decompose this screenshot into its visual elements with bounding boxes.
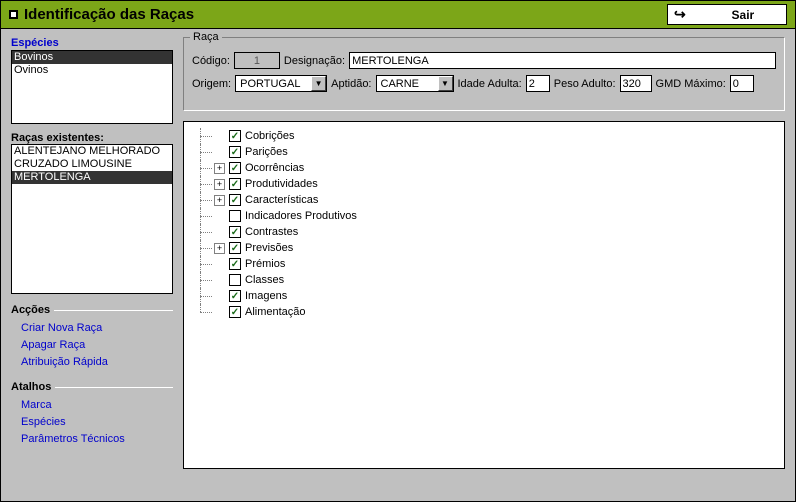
species-item[interactable]: Ovinos bbox=[12, 64, 172, 77]
main-window: Identificação das Raças ↪ Sair Espécies … bbox=[0, 0, 796, 502]
expand-icon[interactable]: + bbox=[214, 163, 225, 174]
designacao-input[interactable] bbox=[349, 52, 776, 69]
race-item[interactable]: MERTOLENGA bbox=[12, 171, 172, 184]
exit-icon: ↪ bbox=[674, 6, 686, 23]
tree-item-label: Previsões bbox=[245, 242, 293, 254]
species-listbox[interactable]: BovinosOvinos bbox=[11, 50, 173, 124]
checkbox[interactable] bbox=[229, 290, 241, 302]
species-title: Espécies bbox=[11, 37, 173, 49]
codigo-label: Código: bbox=[192, 55, 230, 67]
tree-item[interactable]: + Características bbox=[188, 192, 780, 208]
tree-item[interactable]: + Ocorrências bbox=[188, 160, 780, 176]
app-icon bbox=[9, 10, 18, 19]
peso-label: Peso Adulto: bbox=[554, 78, 616, 90]
exit-label: Sair bbox=[706, 8, 780, 22]
idade-input[interactable] bbox=[526, 75, 550, 92]
tree-item[interactable]: Prémios bbox=[188, 256, 780, 272]
action-link[interactable]: Criar Nova Raça bbox=[21, 320, 173, 337]
checkbox[interactable] bbox=[229, 178, 241, 190]
exit-button[interactable]: ↪ Sair bbox=[667, 4, 787, 25]
shortcuts-title: Atalhos bbox=[11, 381, 173, 393]
tree-item-label: Classes bbox=[245, 274, 284, 286]
action-link[interactable]: Atribuição Rápida bbox=[21, 354, 173, 371]
designacao-label: Designação: bbox=[284, 55, 345, 67]
gmd-input[interactable] bbox=[730, 75, 754, 92]
origem-label: Origem: bbox=[192, 78, 231, 90]
tree-item[interactable]: Imagens bbox=[188, 288, 780, 304]
window-title: Identificação das Raças bbox=[24, 6, 667, 23]
checkbox[interactable] bbox=[229, 210, 241, 222]
tree-item-label: Parições bbox=[245, 146, 288, 158]
tree-item-label: Imagens bbox=[245, 290, 287, 302]
checkbox[interactable] bbox=[229, 146, 241, 158]
checkbox[interactable] bbox=[229, 306, 241, 318]
expand-icon[interactable]: + bbox=[214, 179, 225, 190]
tree-item[interactable]: + Produtividades bbox=[188, 176, 780, 192]
tree-item-label: Cobrições bbox=[245, 130, 295, 142]
checkbox[interactable] bbox=[229, 194, 241, 206]
tree-item[interactable]: Parições bbox=[188, 144, 780, 160]
peso-input[interactable] bbox=[620, 75, 652, 92]
aptidao-label: Aptidão: bbox=[331, 78, 371, 90]
chevron-down-icon: ▼ bbox=[438, 76, 453, 91]
tree-item[interactable]: Cobrições bbox=[188, 128, 780, 144]
shortcut-link[interactable]: Espécies bbox=[21, 414, 173, 431]
race-item[interactable]: CRUZADO LIMOUSINE bbox=[12, 158, 172, 171]
tree-item[interactable]: Classes bbox=[188, 272, 780, 288]
sidebar: Espécies BovinosOvinos Raças existentes:… bbox=[1, 29, 179, 501]
actions-list: Criar Nova RaçaApagar RaçaAtribuição Ráp… bbox=[11, 316, 173, 371]
tree-box[interactable]: Cobrições Parições + Ocorrências + Produtivid… bbox=[183, 121, 785, 469]
shortcut-link[interactable]: Parâmetros Técnicos bbox=[21, 431, 173, 448]
gmd-label: GMD Máximo: bbox=[656, 78, 726, 90]
checkbox[interactable] bbox=[229, 226, 241, 238]
action-link[interactable]: Apagar Raça bbox=[21, 337, 173, 354]
main-panel: Raça Código: Designação: Origem: PORTUGA… bbox=[179, 29, 795, 501]
tree: Cobrições Parições + Ocorrências + Produtivid… bbox=[188, 128, 780, 320]
idade-label: Idade Adulta: bbox=[458, 78, 522, 90]
tree-item[interactable]: Contrastes bbox=[188, 224, 780, 240]
species-item[interactable]: Bovinos bbox=[12, 51, 172, 64]
actions-title: Acções bbox=[11, 304, 173, 316]
tree-item-label: Produtividades bbox=[245, 178, 318, 190]
chevron-down-icon: ▼ bbox=[311, 76, 326, 91]
race-legend: Raça bbox=[190, 31, 222, 43]
checkbox[interactable] bbox=[229, 242, 241, 254]
tree-item-label: Contrastes bbox=[245, 226, 298, 238]
expand-icon[interactable]: + bbox=[214, 195, 225, 206]
titlebar: Identificação das Raças ↪ Sair bbox=[1, 1, 795, 29]
expand-icon[interactable]: + bbox=[214, 243, 225, 254]
checkbox[interactable] bbox=[229, 130, 241, 142]
shortcuts-list: MarcaEspéciesParâmetros Técnicos bbox=[11, 393, 173, 448]
checkbox[interactable] bbox=[229, 162, 241, 174]
tree-item-label: Alimentação bbox=[245, 306, 306, 318]
race-item[interactable]: ALENTEJANO MELHORADO bbox=[12, 145, 172, 158]
aptidao-select[interactable]: CARNE ▼ bbox=[376, 75, 454, 92]
races-listbox[interactable]: ALENTEJANO MELHORADOCRUZADO LIMOUSINEMER… bbox=[11, 144, 173, 294]
origem-select[interactable]: PORTUGAL ▼ bbox=[235, 75, 327, 92]
codigo-input bbox=[234, 52, 280, 69]
shortcut-link[interactable]: Marca bbox=[21, 397, 173, 414]
tree-item-label: Indicadores Produtivos bbox=[245, 210, 357, 222]
checkbox[interactable] bbox=[229, 258, 241, 270]
races-title: Raças existentes: bbox=[11, 132, 173, 144]
checkbox[interactable] bbox=[229, 274, 241, 286]
tree-item[interactable]: + Previsões bbox=[188, 240, 780, 256]
tree-item[interactable]: Alimentação bbox=[188, 304, 780, 320]
body: Espécies BovinosOvinos Raças existentes:… bbox=[1, 29, 795, 501]
tree-item-label: Prémios bbox=[245, 258, 285, 270]
tree-item-label: Características bbox=[245, 194, 318, 206]
tree-item-label: Ocorrências bbox=[245, 162, 304, 174]
tree-item[interactable]: Indicadores Produtivos bbox=[188, 208, 780, 224]
race-fieldset: Raça Código: Designação: Origem: PORTUGA… bbox=[183, 37, 785, 111]
